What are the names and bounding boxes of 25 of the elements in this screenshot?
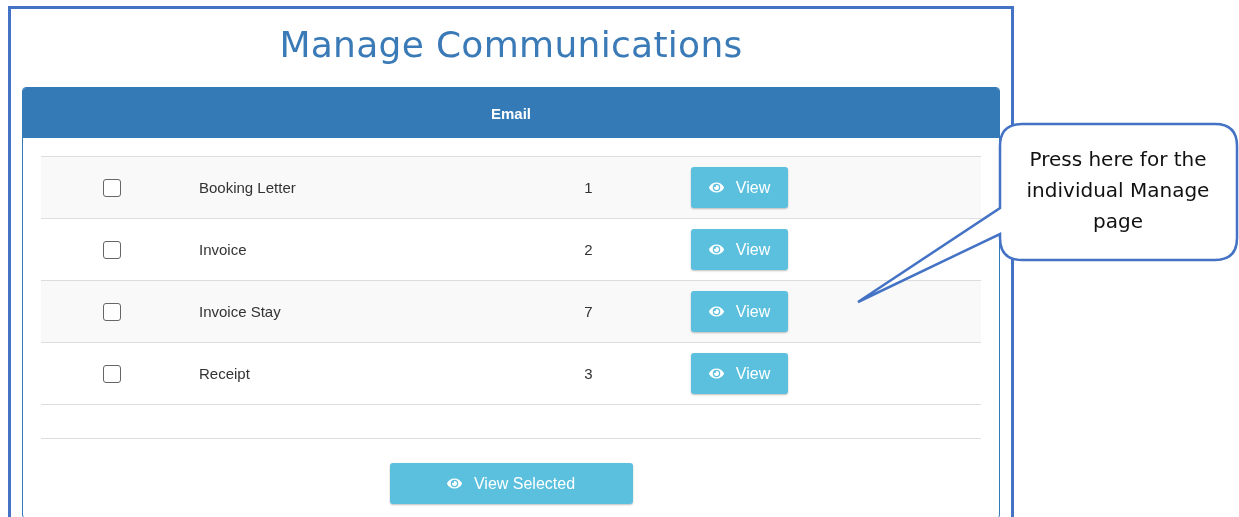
view-button[interactable]: View xyxy=(691,167,788,208)
view-button[interactable]: View xyxy=(691,353,788,394)
communication-count: 3 xyxy=(584,365,593,382)
eye-icon xyxy=(446,476,462,491)
page-title: Manage Communications xyxy=(279,23,743,67)
communication-name: Invoice Stay xyxy=(198,303,281,320)
communication-name: Booking Letter xyxy=(198,179,296,196)
communication-name: Invoice xyxy=(198,241,247,258)
eye-icon xyxy=(708,180,724,195)
eye-icon xyxy=(708,242,724,257)
row-checkbox[interactable] xyxy=(102,178,121,197)
callout-text: Press here for the individual Manage page xyxy=(1025,146,1211,235)
view-selected-button[interactable]: View Selected xyxy=(389,463,633,504)
communication-count: 7 xyxy=(584,303,593,320)
view-button[interactable]: View xyxy=(691,229,788,270)
eye-icon xyxy=(708,366,724,381)
eye-icon xyxy=(708,304,724,319)
communication-name: Receipt xyxy=(198,365,250,382)
panel-header: Email xyxy=(23,88,999,138)
view-button[interactable]: View xyxy=(691,291,788,332)
row-checkbox[interactable] xyxy=(102,302,121,321)
row-checkbox[interactable] xyxy=(102,364,121,383)
communication-count: 1 xyxy=(584,179,593,196)
communication-count: 2 xyxy=(584,241,593,258)
row-checkbox[interactable] xyxy=(102,240,121,259)
